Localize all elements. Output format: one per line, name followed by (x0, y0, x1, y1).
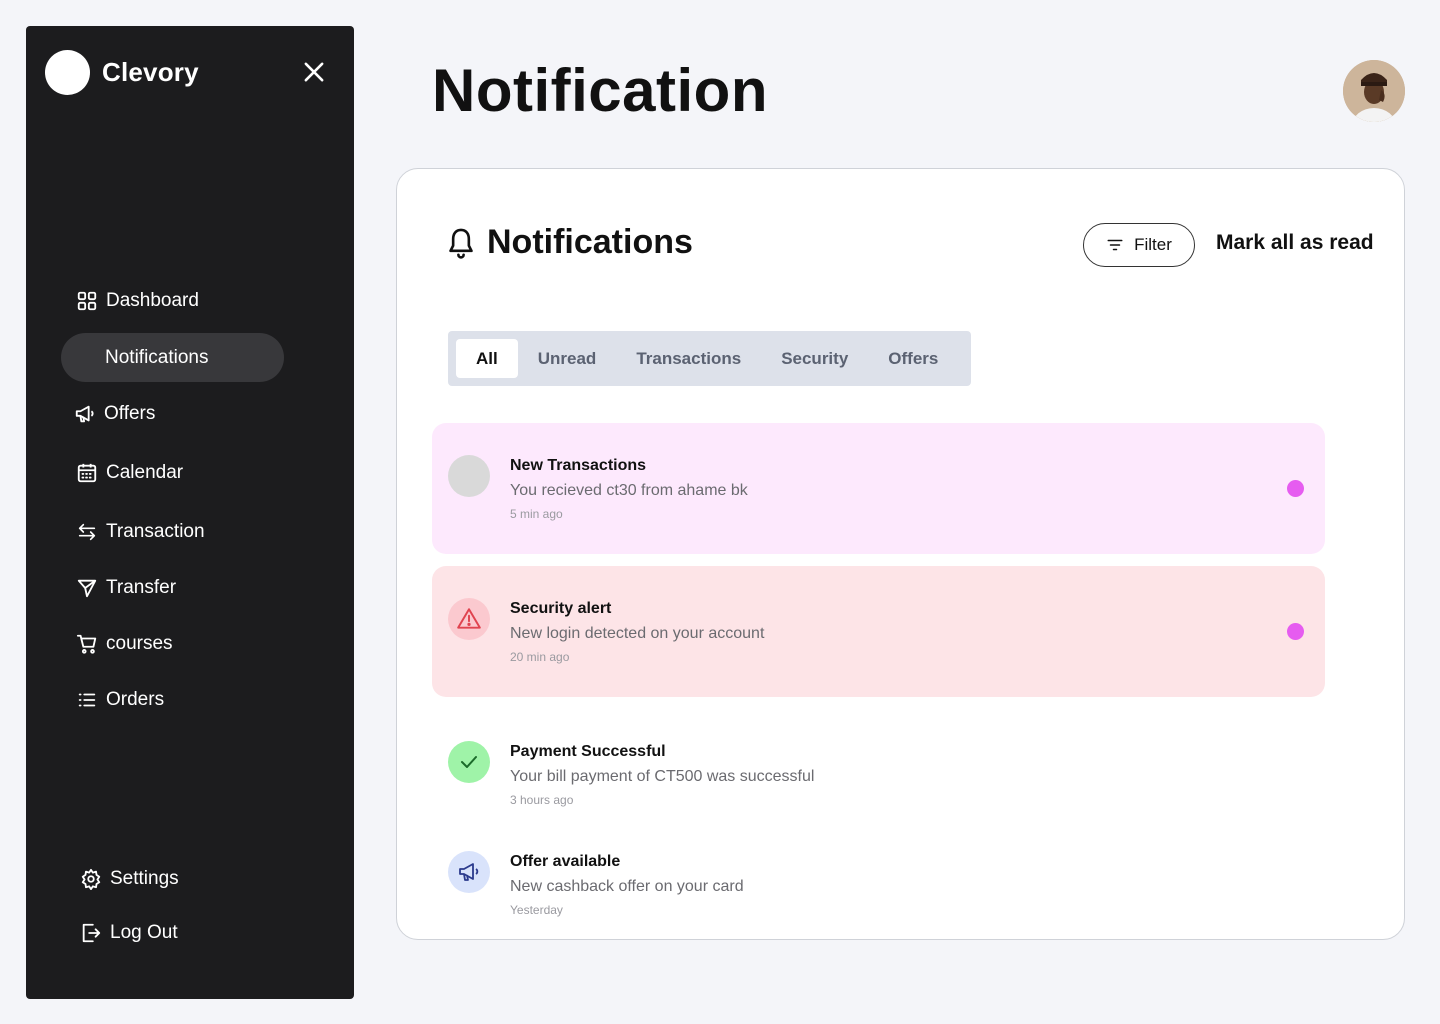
calendar-icon (77, 463, 97, 483)
sidebar-item-offers[interactable]: Offers (74, 397, 155, 431)
notification-message: New cashback offer on your card (510, 878, 744, 895)
send-icon (77, 579, 97, 598)
bell-icon (449, 228, 473, 259)
sidebar-item-transfer[interactable]: Transfer (76, 571, 176, 605)
sidebar-item-label: Transfer (106, 577, 177, 598)
grid-icon (77, 291, 97, 311)
unread-dot (1287, 480, 1304, 497)
unread-dot (1287, 623, 1304, 640)
close-icon (304, 62, 324, 82)
sidebar-item-courses[interactable]: courses (76, 627, 173, 661)
cart-icon (76, 634, 97, 654)
sidebar: Clevory Dashboard Notifications Offers C… (26, 26, 354, 999)
tab-all[interactable]: All (456, 339, 518, 378)
megaphone-icon (459, 863, 479, 881)
checkmark-icon (461, 756, 477, 768)
sidebar-item-label: courses (106, 633, 173, 654)
tab-transactions[interactable]: Transactions (616, 339, 761, 378)
sidebar-item-label: Transaction (106, 521, 205, 542)
notification-message: New login detected on your account (510, 625, 765, 642)
avatar[interactable] (1343, 60, 1405, 122)
notification-message: You recieved ct30 from ahame bk (510, 482, 748, 499)
page-title: Notification (432, 57, 768, 124)
sidebar-item-label: Calendar (106, 462, 184, 483)
sidebar-item-label: Offers (104, 403, 156, 424)
logout-icon (82, 923, 101, 943)
sidebar-item-label: Settings (110, 868, 179, 889)
notification-title: Payment Successful (510, 743, 666, 760)
sidebar-item-label: Log Out (110, 922, 178, 943)
sidebar-item-label: Orders (106, 689, 165, 710)
notification-time: Yesterday (510, 903, 563, 917)
warning-triangle-icon (457, 608, 481, 629)
mark-all-read-button[interactable]: Mark all as read (1216, 231, 1374, 255)
arrows-exchange-icon (78, 523, 96, 541)
sidebar-item-calendar[interactable]: Calendar (76, 456, 183, 490)
tab-unread[interactable]: Unread (518, 339, 617, 378)
notifications-panel: Notifications Filter Mark all as read Al… (396, 168, 1405, 940)
user-photo-icon (1343, 60, 1405, 122)
sidebar-item-orders[interactable]: Orders (76, 683, 164, 717)
sidebar-item-label: Dashboard (106, 290, 199, 311)
panel-title-text: Notifications (487, 223, 693, 261)
notification-time: 3 hours ago (510, 793, 574, 807)
filter-icon (1107, 239, 1123, 251)
megaphone-icon-wrap (448, 851, 490, 893)
notification-time: 5 min ago (510, 507, 563, 521)
brand: Clevory (45, 50, 199, 95)
notification-title: New Transactions (510, 457, 647, 474)
notification-item[interactable]: New Transactions You recieved ct30 from … (432, 423, 1325, 554)
notification-title: Offer available (510, 853, 621, 870)
filter-label: Filter (1134, 235, 1172, 254)
logo (45, 50, 90, 95)
brand-name: Clevory (102, 57, 199, 87)
notification-time: 20 min ago (510, 650, 570, 664)
placeholder-circle-icon (448, 455, 490, 497)
sidebar-item-dashboard[interactable]: Dashboard (76, 284, 199, 318)
sidebar-item-settings[interactable]: Settings (80, 862, 179, 896)
notification-message: Your bill payment of CT500 was successfu… (510, 768, 815, 785)
notification-title: Security alert (510, 600, 612, 617)
list-icon (78, 693, 96, 707)
close-sidebar-button[interactable] (300, 58, 328, 86)
gear-icon (81, 868, 101, 890)
sidebar-item-logout[interactable]: Log Out (80, 916, 178, 950)
check-icon-wrap (448, 741, 490, 783)
panel-title: Notifications (445, 223, 693, 262)
megaphone-icon (75, 405, 94, 423)
tab-offers[interactable]: Offers (868, 339, 958, 378)
sidebar-item-notifications[interactable]: Notifications (61, 333, 284, 382)
sidebar-item-label: Notifications (105, 346, 209, 368)
warning-icon-wrap (448, 598, 490, 640)
filter-button[interactable]: Filter (1083, 223, 1195, 267)
tab-security[interactable]: Security (761, 339, 868, 378)
notification-item[interactable]: Security alert New login detected on you… (432, 566, 1325, 697)
sidebar-item-transaction[interactable]: Transaction (76, 515, 205, 549)
notification-tabs: All Unread Transactions Security Offers (448, 331, 971, 386)
notification-item[interactable]: Offer available New cashback offer on yo… (432, 819, 1325, 929)
